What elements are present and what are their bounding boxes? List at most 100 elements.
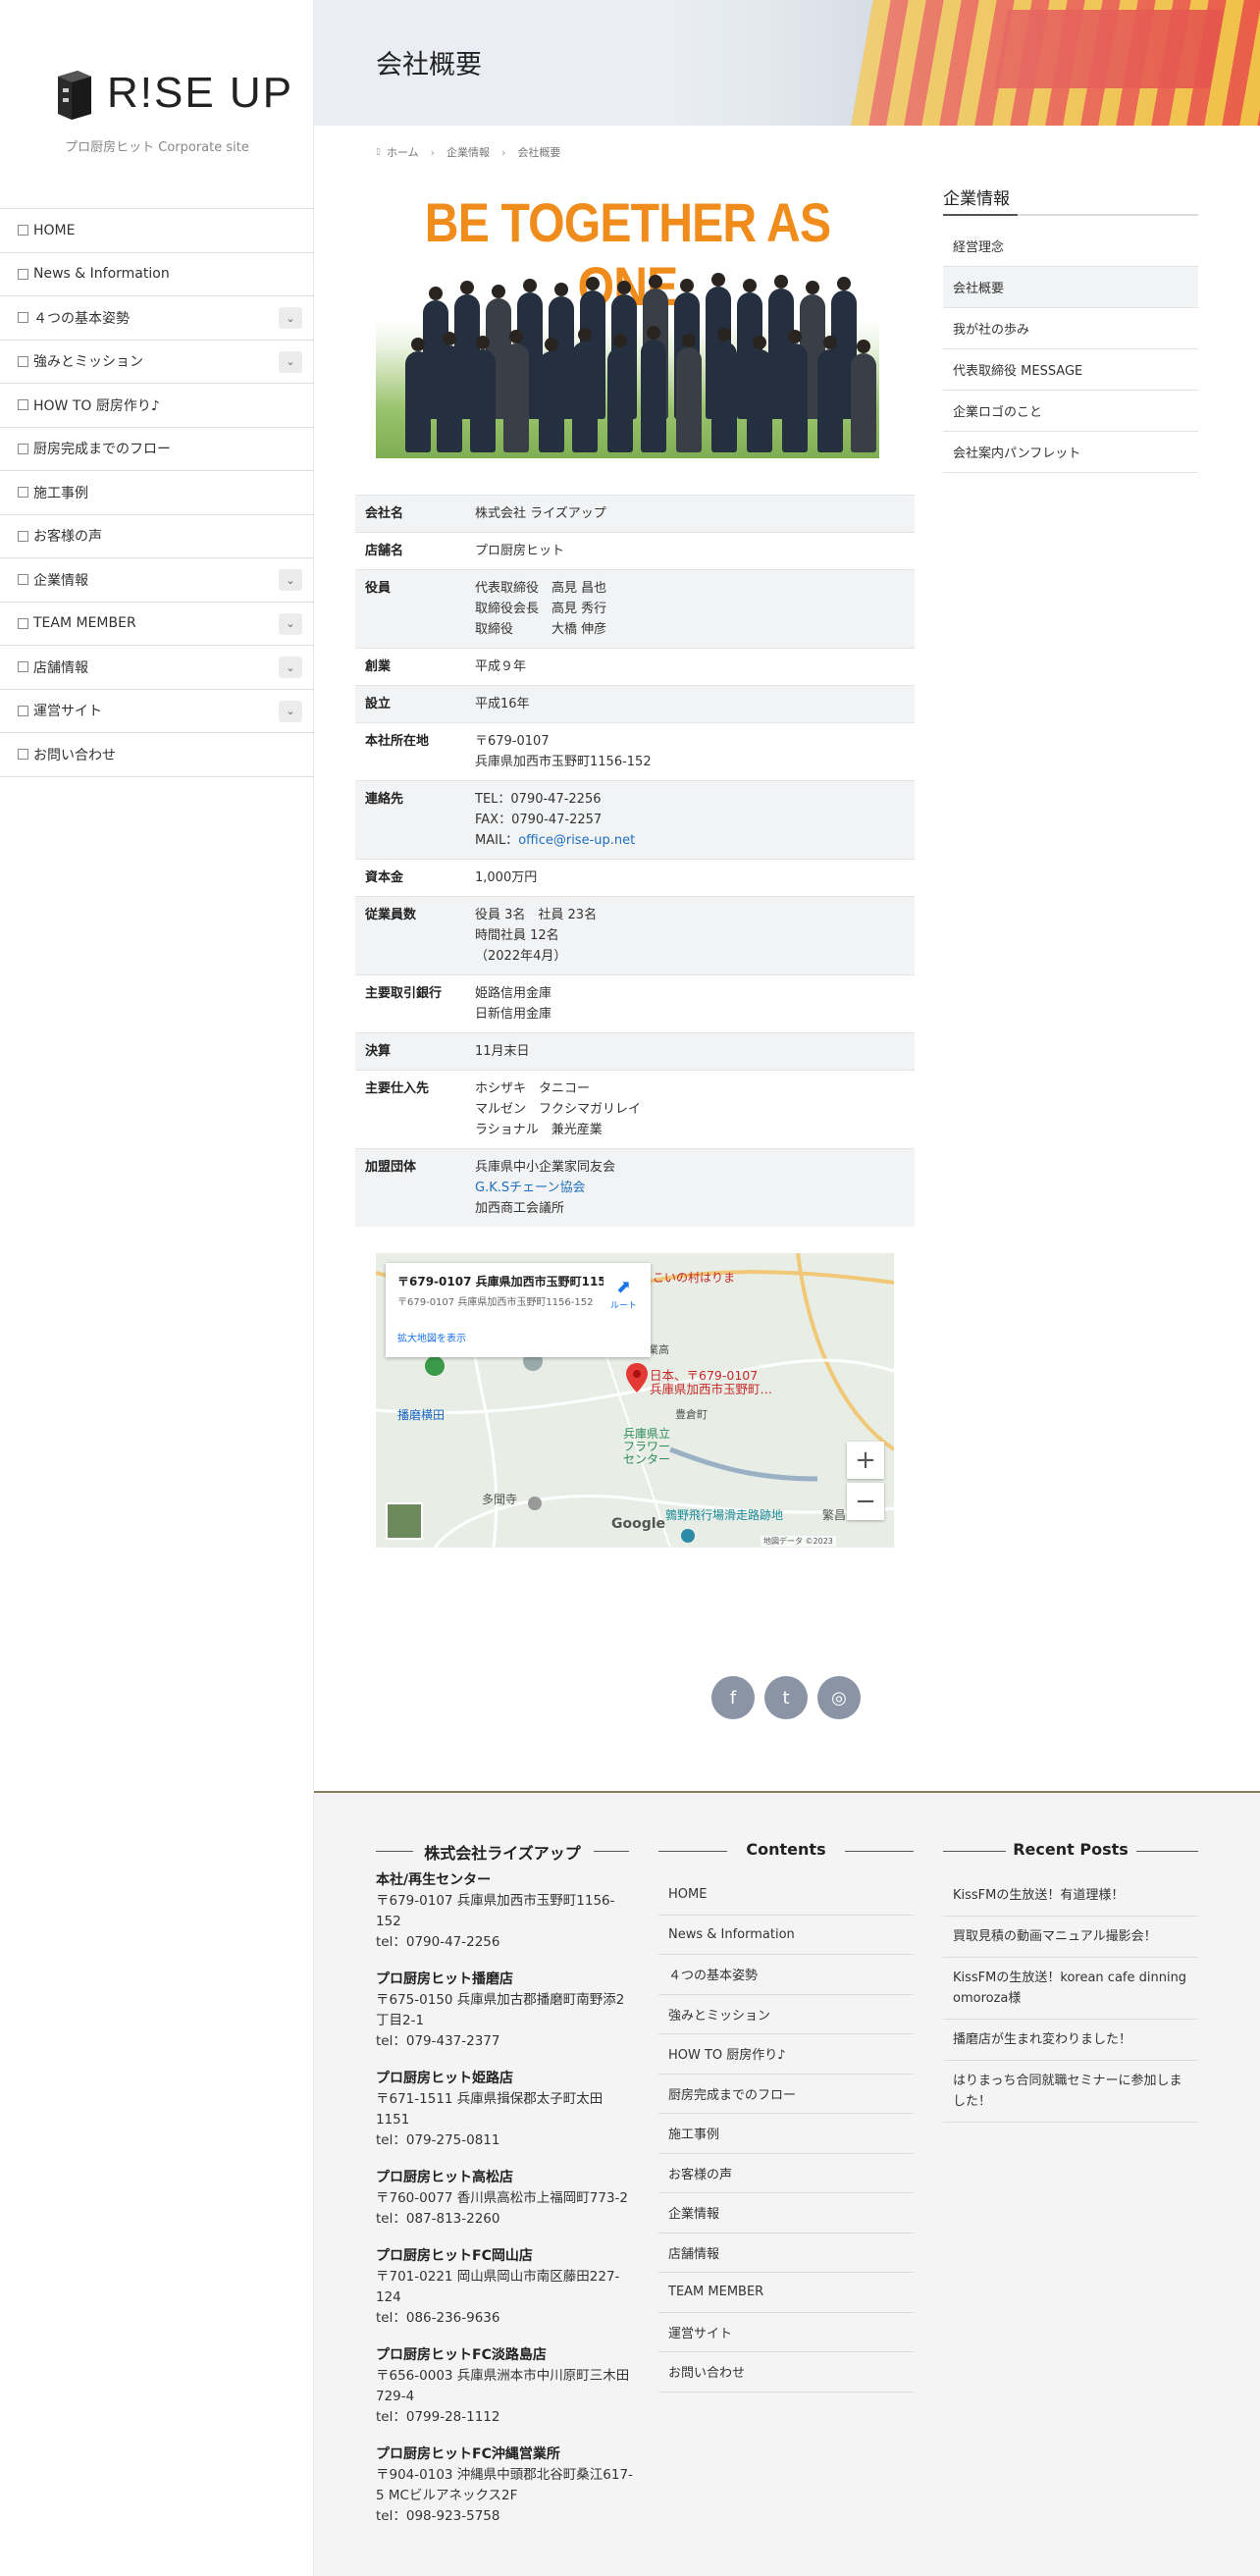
info-value: 株式会社 ライズアップ bbox=[465, 496, 915, 533]
info-line: 〒679-0107 bbox=[475, 734, 550, 749]
nav-item[interactable]: HOME bbox=[0, 209, 314, 253]
footer-content-link[interactable]: HOW TO 厨房作り♪ bbox=[658, 2034, 914, 2075]
nav-item[interactable]: ４つの基本姿勢 ⌄ bbox=[0, 296, 314, 341]
info-row: 店舗名 プロ厨房ヒット bbox=[355, 532, 915, 570]
chevron-down-icon[interactable]: ⌄ bbox=[279, 612, 302, 635]
email-link[interactable]: office@rise-up.net bbox=[518, 833, 635, 848]
nav-item-label: お客様の声 bbox=[33, 529, 102, 546]
branch-name: プロ厨房ヒット高松店 bbox=[376, 2170, 513, 2185]
info-value: 兵庫県中小企業家同友会 G.K.Sチェーン協会 加西商工会議所 bbox=[465, 1149, 915, 1228]
footer-content-link[interactable]: HOME bbox=[658, 1875, 914, 1916]
branch-block: プロ厨房ヒット播磨店 〒675-0150 兵庫県加古郡播磨町南野添2 丁目2-1 te… bbox=[376, 1969, 641, 2052]
info-line: （2022年4月） bbox=[475, 949, 567, 964]
nav-item[interactable]: お問い合わせ bbox=[0, 733, 314, 777]
nav-item[interactable]: HOW TO 厨房作り♪ bbox=[0, 384, 314, 428]
nav-item-label: 厨房完成までのフロー bbox=[33, 442, 171, 458]
google-map[interactable]: 日本、〒679-0107 兵庫県加西市玉野町… 兵庫県立 フラワー センター こい… bbox=[376, 1253, 894, 1548]
info-row: 主要仕入先 ホシザキ タニコー マルゼン フクシマガリレイ ラショナル 兼光産業 bbox=[355, 1070, 915, 1149]
footer-content-link[interactable]: 店舗情報 bbox=[658, 2234, 914, 2273]
instagram-icon[interactable]: ◎ bbox=[817, 1676, 861, 1719]
map-pin-icon[interactable] bbox=[626, 1363, 648, 1393]
nav-item[interactable]: TEAM MEMBER ⌄ bbox=[0, 603, 314, 646]
nav-item-label: HOW TO 厨房作り♪ bbox=[33, 397, 160, 414]
breadcrumb-company[interactable]: 企業情報 bbox=[446, 144, 490, 160]
recent-post-link[interactable]: 買取見積の動画マニュアル撮影会！ bbox=[943, 1917, 1198, 1958]
branch-name: 本社/再生センター bbox=[376, 1872, 492, 1888]
org-link[interactable]: G.K.Sチェーン協会 bbox=[475, 1181, 585, 1195]
branch-line: 729-4 bbox=[376, 2389, 415, 2404]
info-line: 1,000万円 bbox=[475, 870, 538, 885]
footer-col2-line-right bbox=[845, 1851, 914, 1852]
map-satellite-toggle[interactable] bbox=[386, 1502, 423, 1540]
nav-item[interactable]: News & Information bbox=[0, 253, 314, 296]
sidebar-link[interactable]: 会社概要 bbox=[943, 267, 1198, 308]
footer-content-link[interactable]: 施工事例 bbox=[658, 2114, 914, 2154]
nav-item[interactable]: 店舗情報 ⌄ bbox=[0, 646, 314, 690]
recent-post-link[interactable]: 播磨店が生まれ変わりました！ bbox=[943, 2020, 1198, 2061]
nav-bullet-icon bbox=[18, 268, 28, 280]
footer-content-link[interactable]: 厨房完成までのフロー bbox=[658, 2075, 914, 2114]
info-line: 兵庫県加西市玉野町1156-152 bbox=[475, 755, 652, 769]
footer-content-link[interactable]: News & Information bbox=[658, 1916, 914, 1955]
right-sidebar-title: 企業情報 bbox=[943, 189, 1010, 209]
breadcrumb-separator-icon: › bbox=[501, 145, 506, 159]
team-member-figure bbox=[747, 336, 772, 452]
footer-content-link[interactable]: 運営サイト bbox=[658, 2313, 914, 2352]
sidebar-link[interactable]: 我が社の歩み bbox=[943, 308, 1198, 349]
sidebar-link[interactable]: 会社案内パンフレット bbox=[943, 432, 1198, 473]
map-pin-label: 日本、〒679-0107 兵庫県加西市玉野町… bbox=[650, 1368, 773, 1396]
info-line: 取締役会長 高見 秀行 bbox=[475, 602, 607, 616]
recent-post-link[interactable]: KissFMの生放送！有道理様！ bbox=[943, 1875, 1198, 1917]
footer-content-link[interactable]: お客様の声 bbox=[658, 2154, 914, 2193]
footer-recent-posts: KissFMの生放送！有道理様！ 買取見積の動画マニュアル撮影会！ KissFMの生… bbox=[943, 1875, 1198, 2123]
chevron-down-icon[interactable]: ⌄ bbox=[279, 350, 302, 373]
footer-content-link[interactable]: TEAM MEMBER bbox=[658, 2273, 914, 2313]
footer-content-link[interactable]: 企業情報 bbox=[658, 2193, 914, 2234]
nav-item-label: 運営サイト bbox=[33, 704, 102, 720]
site-logo[interactable]: R!SE UP bbox=[54, 67, 293, 120]
branch-line: 〒656-0003 兵庫県洲本市中川原町三木田 bbox=[376, 2368, 630, 2384]
footer-content-link[interactable]: お問い合わせ bbox=[658, 2352, 914, 2392]
nav-item[interactable]: 強みとミッション ⌄ bbox=[0, 341, 314, 384]
nav-item[interactable]: 企業情報 ⌄ bbox=[0, 558, 314, 603]
nav-bullet-icon bbox=[18, 355, 28, 367]
map-enlarge-link[interactable]: 拡大地図を表示 bbox=[397, 1330, 639, 1344]
chevron-down-icon[interactable]: ⌄ bbox=[279, 700, 302, 722]
branch-name: プロ厨房ヒットFC沖縄営業所 bbox=[376, 2446, 560, 2462]
map-zoom-in-button[interactable]: + bbox=[847, 1442, 884, 1479]
nav-bullet-icon bbox=[18, 705, 28, 716]
twitter-icon[interactable]: t bbox=[764, 1676, 808, 1719]
map-directions-button[interactable]: ⬈ ルート bbox=[610, 1277, 637, 1311]
footer-content-link[interactable]: 強みとミッション bbox=[658, 1995, 914, 2034]
chevron-down-icon[interactable]: ⌄ bbox=[279, 569, 302, 591]
nav-item[interactable]: 施工事例 bbox=[0, 471, 314, 515]
sidebar-link[interactable]: 経営理念 bbox=[943, 226, 1198, 267]
breadcrumb-home[interactable]: ホーム bbox=[387, 144, 419, 160]
nav-item[interactable]: 運営サイト ⌄ bbox=[0, 690, 314, 733]
info-row: 加盟団体 兵庫県中小企業家同友会 G.K.Sチェーン協会 加西商工会議所 bbox=[355, 1148, 915, 1228]
recent-post-link[interactable]: KissFMの生放送！korean cafe dinning omoroza様 bbox=[943, 1958, 1198, 2020]
info-row: 資本金 1,000万円 bbox=[355, 859, 915, 897]
branch-line: 〒675-0150 兵庫県加古郡播磨町南野添2 bbox=[376, 1992, 625, 2008]
info-label: 主要取引銀行 bbox=[365, 986, 443, 1001]
branch-line: tel：079-437-2377 bbox=[376, 2033, 500, 2049]
facebook-icon[interactable]: f bbox=[711, 1676, 755, 1719]
chevron-down-icon[interactable]: ⌄ bbox=[279, 307, 302, 329]
team-member-figure bbox=[572, 328, 598, 452]
sidebar-link[interactable]: 企業ロゴのこと bbox=[943, 391, 1198, 432]
footer-branches: 本社/再生センター 〒679-0107 兵庫県加西市玉野町1156- 152 tel：… bbox=[376, 1854, 641, 2527]
branch-line: 〒760-0077 香川県高松市上福岡町773-2 bbox=[376, 2190, 629, 2206]
recent-post-link[interactable]: はりまっち合同就職セミナーに参加しました！ bbox=[943, 2061, 1198, 2123]
branch-line: tel：086-236-9636 bbox=[376, 2310, 500, 2326]
footer-content-link[interactable]: ４つの基本姿勢 bbox=[658, 1955, 914, 1995]
nav-item[interactable]: お客様の声 bbox=[0, 515, 314, 558]
sidebar-link[interactable]: 代表取締役 MESSAGE bbox=[943, 349, 1198, 391]
map-zoom-out-button[interactable]: − bbox=[847, 1483, 884, 1520]
chevron-down-icon[interactable]: ⌄ bbox=[279, 657, 302, 678]
info-line: ラショナル 兼光産業 bbox=[475, 1123, 603, 1137]
nav-item[interactable]: 厨房完成までのフロー bbox=[0, 428, 314, 471]
nav-bullet-icon bbox=[18, 399, 28, 411]
branch-block: 本社/再生センター 〒679-0107 兵庫県加西市玉野町1156- 152 tel：… bbox=[376, 1869, 641, 1953]
right-sidebar-divider bbox=[943, 214, 1198, 216]
team-photo-banner: BE TOGETHER AS ONE bbox=[376, 184, 879, 458]
